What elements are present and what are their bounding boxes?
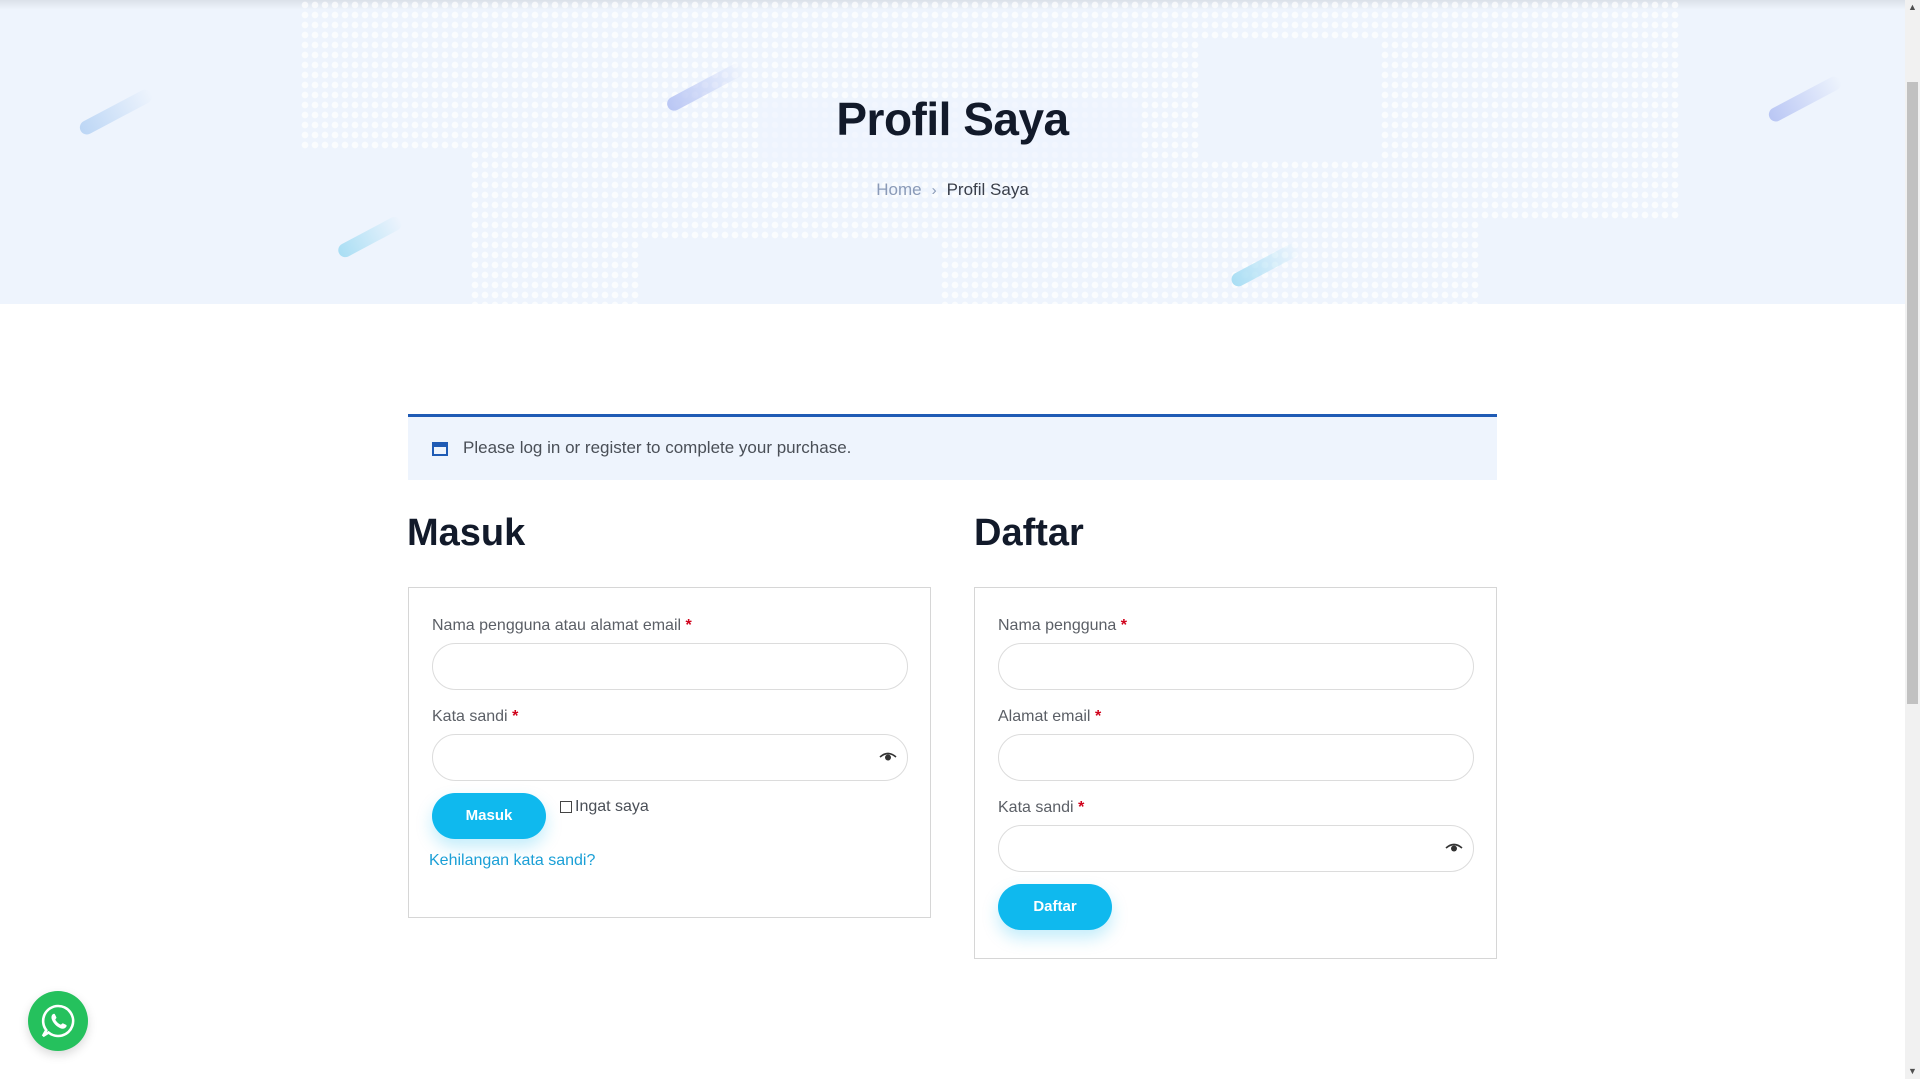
chevron-right-icon: ›: [931, 182, 937, 199]
register-email-input[interactable]: [998, 734, 1474, 781]
register-username-input[interactable]: [998, 643, 1474, 690]
notice-text: Please log in or register to complete yo…: [463, 438, 852, 457]
breadcrumb-current: Profil Saya: [946, 180, 1029, 199]
scroll-thumb[interactable]: [1907, 82, 1918, 704]
login-form: Nama pengguna atau alamat email * Kata s…: [408, 587, 931, 918]
breadcrumb-home-link[interactable]: Home: [876, 180, 921, 199]
register-form: Nama pengguna * Alamat email * Kata sand…: [974, 587, 1497, 959]
register-heading: Daftar: [974, 512, 1084, 554]
map-mask: [1480, 220, 1690, 304]
login-password-input[interactable]: [432, 734, 908, 781]
reg-password-label: Kata sandi *: [998, 799, 1085, 816]
page-scrollbar[interactable]: ▲ ▼: [1905, 0, 1920, 1079]
eye-icon[interactable]: [1445, 841, 1463, 855]
whatsapp-button[interactable]: [28, 991, 88, 1051]
eye-icon[interactable]: [879, 750, 897, 764]
page-hero: Profil Saya Home › Profil Saya: [0, 0, 1905, 304]
username-label: Nama pengguna atau alamat email *: [432, 617, 692, 634]
reg-username-label: Nama pengguna *: [998, 617, 1127, 634]
login-username-input[interactable]: [432, 643, 908, 690]
password-label: Kata sandi *: [432, 708, 519, 725]
reg-email-label: Alamat email *: [998, 708, 1102, 725]
page-title: Profil Saya: [836, 93, 1069, 145]
register-button[interactable]: Daftar: [998, 884, 1112, 930]
login-notice: Please log in or register to complete yo…: [408, 414, 1497, 480]
scroll-up-arrow-icon[interactable]: ▲: [1905, 0, 1920, 15]
window-icon: [432, 442, 448, 456]
scroll-down-arrow-icon[interactable]: ▼: [1905, 1064, 1920, 1079]
register-password-input[interactable]: [998, 825, 1474, 872]
remember-checkbox[interactable]: [560, 801, 572, 813]
breadcrumb: Home › Profil Saya: [0, 180, 1905, 200]
login-heading: Masuk: [407, 512, 526, 554]
login-button[interactable]: Masuk: [432, 793, 546, 839]
lost-password-link[interactable]: Kehilangan kata sandi?: [429, 852, 595, 870]
whatsapp-icon: [41, 1004, 75, 1038]
remember-label[interactable]: Ingat saya: [575, 798, 649, 816]
map-mask: [640, 240, 940, 304]
